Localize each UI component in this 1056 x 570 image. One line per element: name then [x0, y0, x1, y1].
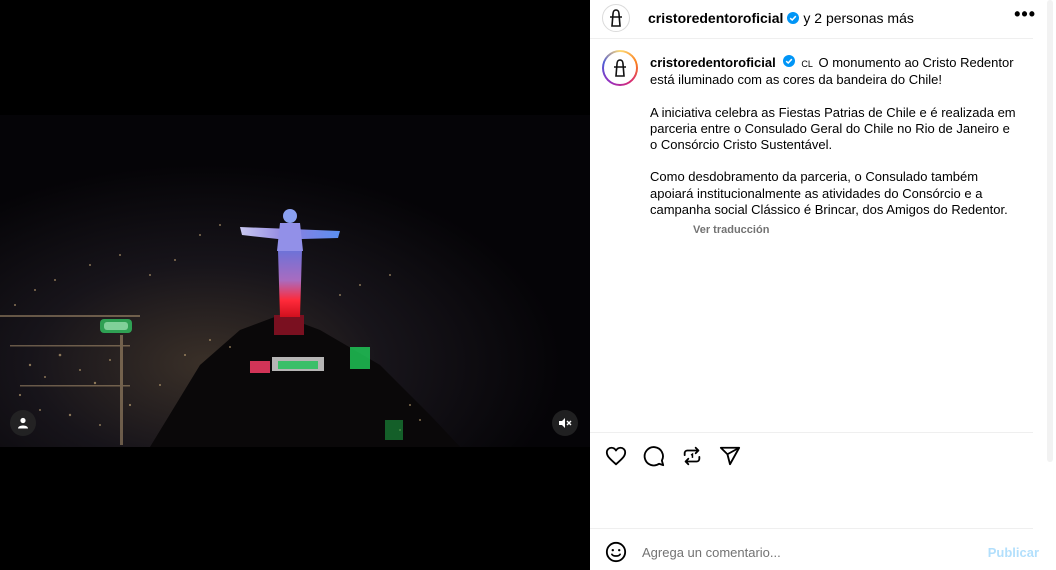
- avatar[interactable]: [602, 4, 630, 32]
- scrollbar-thumb[interactable]: [1047, 0, 1053, 462]
- see-translation-link[interactable]: Ver traducción: [693, 224, 769, 236]
- post-details-panel: cristoredentoroficial y 2 personas más •…: [590, 0, 1056, 570]
- cristo-logo-icon: [614, 59, 626, 77]
- speaker-muted-icon: [559, 418, 572, 428]
- post-video[interactable]: [0, 115, 590, 447]
- collaborators-link[interactable]: y 2 personas más: [803, 10, 914, 26]
- repost-button[interactable]: [680, 444, 704, 468]
- verified-badge-icon: [787, 12, 800, 24]
- like-button[interactable]: [604, 444, 628, 468]
- caption-paragraph-2: A iniciativa celebra as Fiestas Patrias …: [650, 104, 1016, 153]
- cristo-logo-icon: [610, 9, 622, 27]
- emoji-button[interactable]: [604, 540, 628, 564]
- flag-code: CL: [801, 59, 813, 69]
- user-tag-button[interactable]: [10, 410, 36, 436]
- emoji-icon: [605, 541, 627, 563]
- person-icon: [18, 417, 28, 429]
- actions-divider: [590, 432, 1033, 433]
- header-username-link[interactable]: cristoredentoroficial: [648, 10, 783, 26]
- comment-input[interactable]: [642, 544, 962, 560]
- scrollbar[interactable]: [1044, 0, 1056, 570]
- comment-icon: [643, 446, 665, 467]
- caption-text: cristoredentoroficial CL O monumento ao …: [650, 55, 1020, 218]
- post-media[interactable]: [0, 0, 590, 570]
- comment-button[interactable]: [642, 444, 666, 468]
- more-options-button[interactable]: •••: [1014, 4, 1036, 25]
- share-icon: [719, 446, 741, 466]
- heart-icon: [605, 446, 627, 466]
- caption-avatar[interactable]: [602, 50, 638, 86]
- post-header: cristoredentoroficial y 2 personas más •…: [590, 0, 1056, 36]
- verified-badge-icon: [783, 55, 796, 67]
- repost-icon: [683, 446, 701, 466]
- share-button[interactable]: [718, 444, 742, 468]
- post-actions: [604, 444, 742, 468]
- header-divider: [590, 38, 1033, 39]
- publish-button[interactable]: Publicar: [988, 545, 1039, 560]
- caption-username-link[interactable]: cristoredentoroficial: [650, 55, 776, 70]
- caption-paragraph-3: Como desdobramento da parceria, o Consul…: [650, 169, 1008, 218]
- comment-divider: [590, 528, 1033, 529]
- cristo-redentor-night-image: [0, 115, 590, 447]
- mute-button[interactable]: [552, 410, 578, 436]
- comment-form: Publicar: [604, 540, 1041, 564]
